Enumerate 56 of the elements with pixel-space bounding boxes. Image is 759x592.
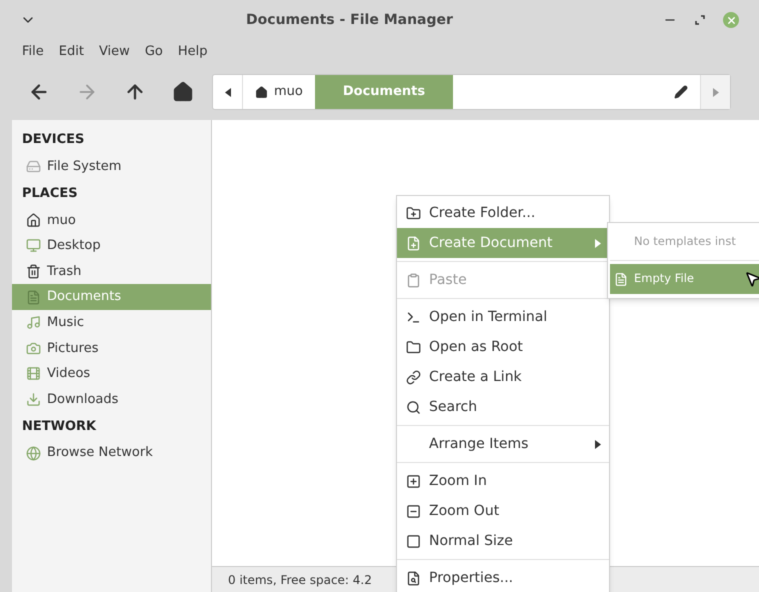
sidebar-heading: DEVICES	[21, 131, 86, 150]
left-arrow-icon	[224, 88, 230, 96]
trash-icon	[26, 264, 41, 280]
menu-bar-item[interactable]: File	[22, 42, 44, 62]
menu-item[interactable]: Search	[397, 392, 609, 422]
properties-icon	[406, 570, 420, 586]
menu-item[interactable]: Create Folder...	[397, 198, 609, 228]
zoom-in-icon	[406, 474, 420, 488]
menu-item[interactable]: Properties...	[397, 563, 609, 592]
file-icon	[614, 272, 628, 286]
menu-item[interactable]: Open as Root	[397, 332, 609, 362]
drive-icon	[26, 159, 41, 174]
clipboard-icon	[406, 272, 420, 288]
submenu-arrow-icon	[595, 238, 601, 248]
document-plus-icon	[406, 236, 420, 250]
sidebar-item[interactable]: Downloads	[12, 386, 211, 412]
link-icon	[406, 370, 420, 384]
sidebar-heading: PLACES	[21, 184, 79, 203]
menu-item[interactable]: Create a Link	[397, 362, 609, 392]
path-scroll-right-button[interactable]	[700, 75, 730, 109]
sidebar-item[interactable]: Trash	[12, 258, 211, 284]
sidebar-item[interactable]: Music	[12, 310, 211, 336]
path-button[interactable]: muo	[243, 75, 315, 109]
menu-bar-item[interactable]: Help	[178, 42, 208, 62]
desktop-icon	[26, 238, 41, 254]
menu-item[interactable]: Zoom Out	[397, 496, 609, 526]
close-icon	[726, 14, 736, 26]
home-icon	[26, 212, 41, 228]
sidebar-item[interactable]: Browse Network	[12, 440, 211, 466]
menu-bar-item[interactable]: Go	[144, 42, 163, 62]
edit-path-icon[interactable]	[674, 85, 688, 99]
normal-size-icon	[406, 534, 420, 548]
right-arrow-icon	[712, 88, 718, 96]
terminal-icon	[406, 310, 420, 324]
cursor-icon	[744, 270, 759, 288]
sidebar-heading: NETWORK	[21, 418, 98, 436]
sidebar-item[interactable]: Videos	[12, 361, 211, 387]
menu-item[interactable]: Normal Size	[397, 526, 609, 556]
window-title: Documents - File Manager	[245, 10, 454, 30]
home-icon[interactable]	[172, 81, 194, 103]
zoom-out-icon	[406, 504, 420, 518]
sidebar-item[interactable]: Desktop	[12, 233, 211, 259]
submenu-arrow-icon	[595, 440, 601, 448]
menu-item[interactable]: Arrange Items	[397, 429, 609, 459]
sidebar-item[interactable]: File System	[12, 154, 211, 180]
home-icon	[255, 86, 268, 98]
menu-item[interactable]: Open in Terminal	[397, 302, 609, 332]
menu-item[interactable]: Zoom In	[397, 466, 609, 496]
search-icon	[406, 400, 420, 414]
folder-plus-icon	[406, 206, 420, 220]
sidebar-item[interactable]: muo	[12, 208, 211, 234]
menu-bar-item[interactable]: View	[98, 42, 130, 62]
menu-bar-item[interactable]: Edit	[58, 42, 84, 62]
status-text: 0 items, Free space: 4.2	[228, 572, 372, 588]
maximize-icon[interactable]	[695, 15, 705, 25]
sidebar-item[interactable]: Pictures	[12, 336, 211, 362]
